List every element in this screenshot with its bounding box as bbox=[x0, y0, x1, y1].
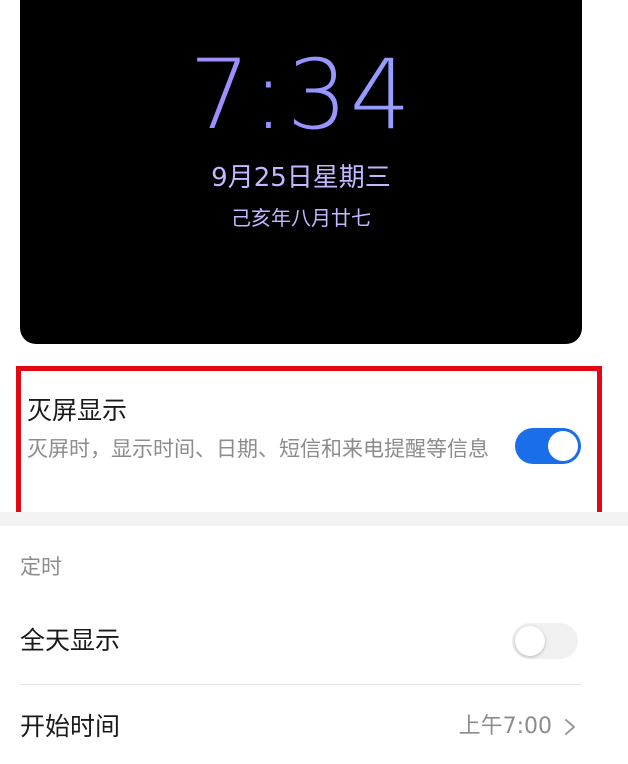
all-day-label: 全天显示 bbox=[20, 626, 121, 655]
toggle-knob bbox=[515, 626, 545, 656]
preview-lunar-date: 己亥年八月廿七 bbox=[231, 206, 371, 230]
section-header-timing: 定时 bbox=[20, 555, 62, 579]
aod-setting-row[interactable]: 灭屏显示 灭屏时，显示时间、日期、短信和来电提醒等信息 bbox=[16, 366, 602, 524]
aod-preview: 7:34 9月25日星期三 己亥年八月廿七 bbox=[20, 0, 582, 344]
start-time-value: 上午7:00 bbox=[458, 714, 552, 739]
section-divider bbox=[0, 512, 628, 526]
all-day-row[interactable]: 全天显示 bbox=[20, 606, 582, 676]
start-time-row[interactable]: 开始时间 上午7:00 bbox=[20, 692, 582, 762]
aod-toggle[interactable] bbox=[515, 428, 581, 464]
start-time-label: 开始时间 bbox=[20, 712, 121, 741]
all-day-toggle[interactable] bbox=[512, 623, 578, 659]
toggle-knob bbox=[548, 431, 578, 461]
row-divider bbox=[20, 684, 582, 685]
preview-clock: 7:34 bbox=[20, 40, 582, 150]
chevron-right-icon bbox=[565, 719, 575, 735]
aod-description: 灭屏时，显示时间、日期、短信和来电提醒等信息 bbox=[27, 437, 489, 461]
aod-title: 灭屏显示 bbox=[27, 396, 128, 425]
preview-date: 9月25日星期三 bbox=[211, 163, 391, 193]
